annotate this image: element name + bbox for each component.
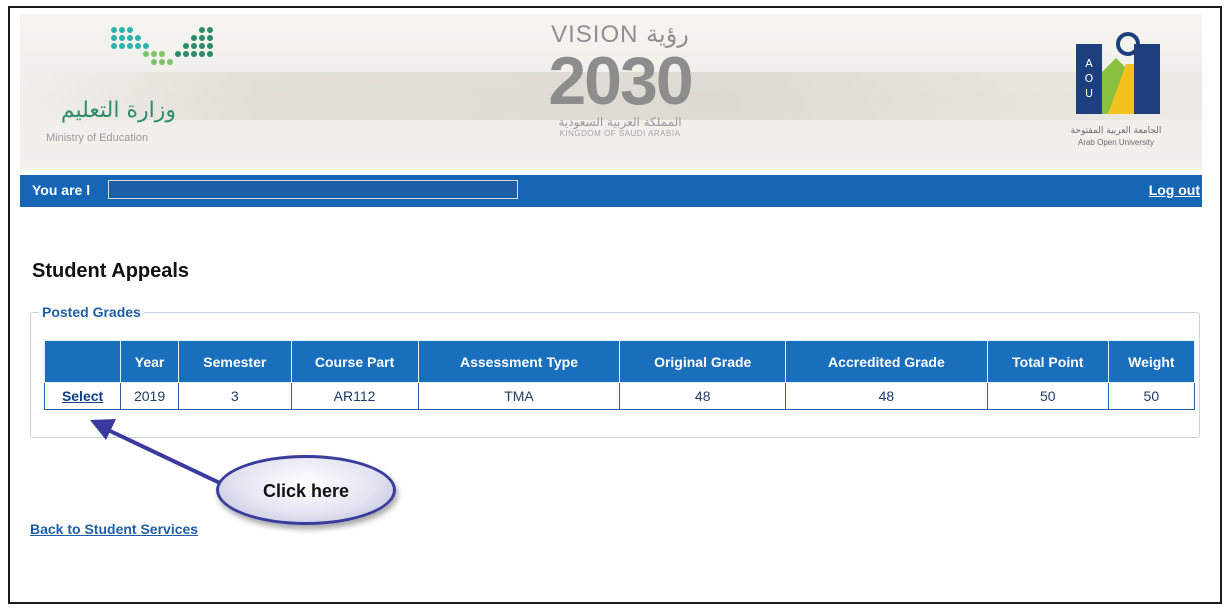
back-to-student-services-link[interactable]: Back to Student Services [30,521,198,537]
click-here-callout: Click here [216,455,396,525]
callout-text: Click here [262,481,350,501]
